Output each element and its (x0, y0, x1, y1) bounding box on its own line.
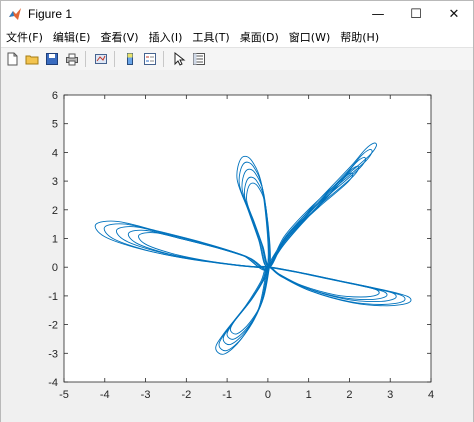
y-tick-label: 3 (52, 176, 58, 188)
insert-legend-icon[interactable] (141, 50, 159, 68)
x-tick-label: -4 (100, 389, 110, 401)
x-tick-label: 2 (346, 389, 352, 401)
open-file-icon[interactable] (23, 50, 41, 68)
matlab-icon (9, 8, 21, 20)
x-tick-label: 3 (387, 389, 393, 401)
property-inspector-icon[interactable] (190, 50, 208, 68)
toolbar-separator (114, 51, 115, 67)
figure-canvas: -5 -4 -3 -2 -1 0 1 2 3 4 -4 -3 -2 -1 0 1 2 3 4 5 6 (1, 70, 473, 422)
menu-tools[interactable]: 工具(T) (187, 29, 234, 45)
title-bar[interactable]: Figure 1 — ☐ ✕ (1, 1, 473, 27)
minimize-button[interactable]: — (359, 1, 397, 27)
x-tick-label: -1 (222, 389, 232, 401)
new-figure-icon[interactable] (3, 50, 21, 68)
toolbar (1, 47, 473, 71)
y-tick-label: 0 (52, 262, 58, 274)
toolbar-separator (85, 51, 86, 67)
link-plot-icon[interactable] (92, 50, 110, 68)
close-button[interactable]: ✕ (435, 1, 473, 27)
x-tick-label: 0 (265, 389, 271, 401)
menu-edit[interactable]: 编辑(E) (48, 29, 96, 45)
insert-colorbar-icon[interactable] (121, 50, 139, 68)
y-tick-label: -2 (48, 320, 58, 332)
save-icon[interactable] (43, 50, 61, 68)
y-tick-label: -1 (48, 291, 58, 303)
x-tick-label: -3 (141, 389, 151, 401)
y-tick-label: -3 (48, 348, 58, 360)
figure-window: Figure 1 — ☐ ✕ 文件(F) 编辑(E) 查看(V) 插入(I) 工… (0, 0, 474, 422)
menu-file[interactable]: 文件(F) (1, 29, 48, 45)
y-tick-label: 4 (52, 147, 58, 159)
menu-insert[interactable]: 插入(I) (144, 29, 188, 45)
print-icon[interactable] (63, 50, 81, 68)
menu-window[interactable]: 窗口(W) (284, 29, 335, 45)
y-tick-label: 2 (52, 205, 58, 217)
menu-bar: 文件(F) 编辑(E) 查看(V) 插入(I) 工具(T) 桌面(D) 窗口(W… (1, 27, 473, 47)
x-tick-label: 4 (428, 389, 434, 401)
menu-view[interactable]: 查看(V) (95, 29, 143, 45)
y-tick-label: 1 (52, 234, 58, 246)
x-tick-label: -5 (59, 389, 69, 401)
axes-background (64, 95, 431, 382)
window-title: Figure 1 (28, 7, 73, 21)
menu-desktop[interactable]: 桌面(D) (235, 29, 284, 45)
x-tick-label: -2 (181, 389, 191, 401)
toolbar-separator (163, 51, 164, 67)
y-tick-label: -4 (48, 377, 58, 389)
plot-svg[interactable]: -5 -4 -3 -2 -1 0 1 2 3 4 -4-3-2-10123456 (1, 70, 473, 422)
menu-help[interactable]: 帮助(H) (335, 29, 384, 45)
x-tick-label: 1 (306, 389, 312, 401)
y-tick-label: 5 (52, 119, 58, 131)
y-tick-label: 6 (52, 90, 58, 102)
pointer-icon[interactable] (170, 50, 188, 68)
maximize-button[interactable]: ☐ (397, 1, 435, 27)
